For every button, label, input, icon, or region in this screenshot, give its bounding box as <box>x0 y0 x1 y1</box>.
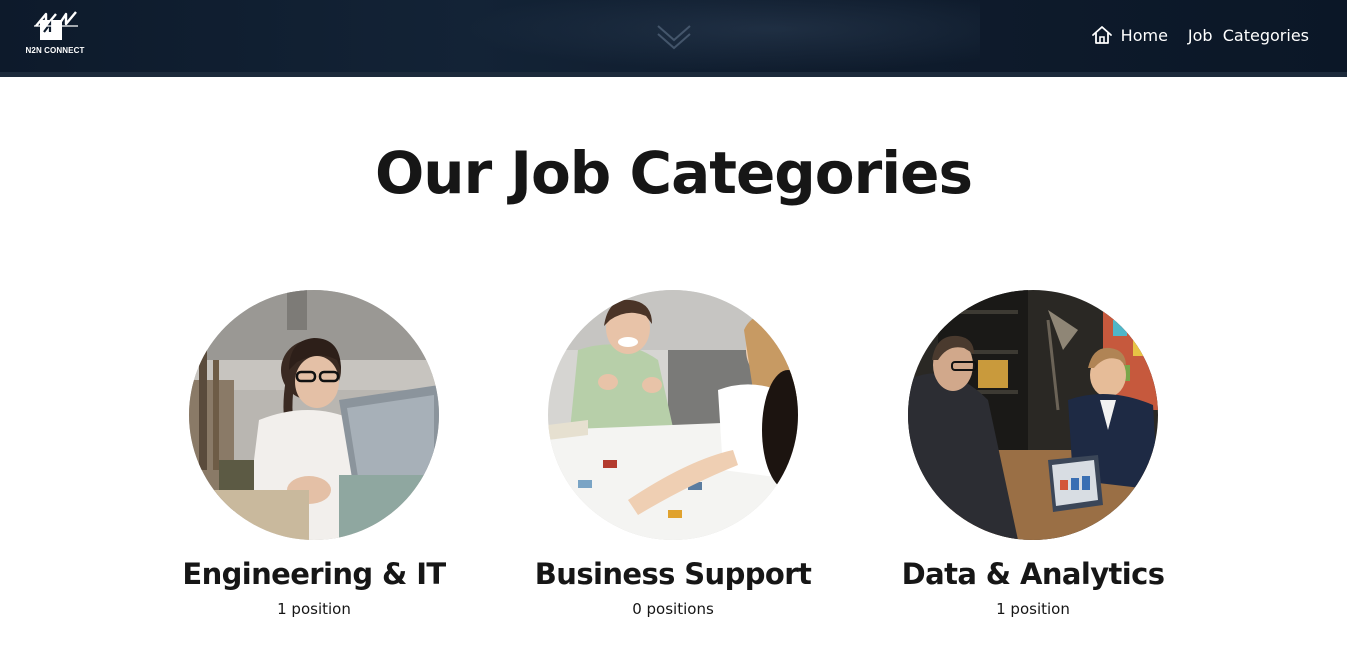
main-nav: Home Job Categories <box>1091 22 1309 48</box>
logo-text: N2N CONNECT <box>25 46 85 55</box>
category-card-engineering-it[interactable]: Engineering & IT 1 position <box>134 290 494 619</box>
category-title[interactable]: Business Support <box>493 557 853 591</box>
nav-home-label: Home <box>1120 25 1168 45</box>
business-support-photo[interactable] <box>548 290 798 540</box>
page-title: Our Job Categories <box>374 139 973 207</box>
business-discussion-image <box>908 290 1158 540</box>
nav-job-categories-label: Job Categories <box>1187 25 1309 45</box>
n2n-connect-logo[interactable]: N2N CONNECT <box>24 10 86 60</box>
engineering-it-photo[interactable] <box>189 290 439 540</box>
nav-job-categories[interactable]: Job Categories <box>1188 26 1309 45</box>
position-count: 0 positions <box>632 600 714 618</box>
team-meeting-image <box>548 290 798 540</box>
category-title[interactable]: Engineering & IT <box>134 557 494 591</box>
chevron-down-icon <box>657 25 691 50</box>
category-card-business-support[interactable]: Business Support 0 positions <box>493 290 853 619</box>
woman-with-laptop-image <box>189 290 439 540</box>
top-navigation-bar: N2N CONNECT Home Job Categories <box>0 0 1347 77</box>
home-icon <box>1091 26 1112 44</box>
nav-home[interactable]: Home <box>1091 25 1168 45</box>
n2n-logo-mark-icon <box>34 11 78 40</box>
data-analytics-photo[interactable] <box>908 290 1158 540</box>
position-count: 1 position <box>996 600 1070 618</box>
category-card-data-analytics[interactable]: Data & Analytics 1 position <box>853 290 1213 619</box>
header-background-image <box>460 0 980 72</box>
category-title[interactable]: Data & Analytics <box>853 557 1213 591</box>
position-count: 1 position <box>277 600 351 618</box>
